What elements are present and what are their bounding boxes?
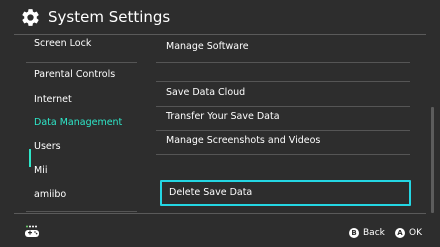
- page-title: System Settings: [48, 8, 171, 26]
- list-item-delete-save-data[interactable]: Delete Save Data: [160, 180, 411, 206]
- list-divider: [156, 62, 410, 63]
- sidebar-divider: [26, 62, 137, 63]
- header: System Settings: [0, 0, 440, 34]
- list-divider: [156, 106, 410, 107]
- list-divider: [156, 130, 410, 131]
- sidebar-divider: [26, 211, 137, 212]
- a-button-icon: A: [395, 228, 405, 238]
- sidebar-item-internet[interactable]: Internet: [34, 91, 72, 109]
- b-button-icon: B: [349, 228, 359, 238]
- scrollbar[interactable]: [431, 107, 434, 213]
- sidebar-item-parental-controls[interactable]: Parental Controls: [34, 66, 115, 84]
- gear-icon: [22, 9, 39, 26]
- footer-divider: [14, 213, 426, 214]
- list-item-transfer-save-data[interactable]: Transfer Your Save Data: [166, 108, 280, 126]
- list-item-save-data-cloud[interactable]: Save Data Cloud: [166, 84, 245, 102]
- back-button[interactable]: B Back: [349, 227, 385, 239]
- ok-label: OK: [409, 228, 422, 238]
- list-divider: [156, 81, 410, 82]
- list-item-manage-software[interactable]: Manage Software: [166, 38, 249, 56]
- sidebar: Screen Lock Parental Controls Internet D…: [0, 35, 140, 213]
- delete-save-data-label: Delete Save Data: [169, 187, 253, 198]
- sidebar-item-screen-lock[interactable]: Screen Lock: [34, 35, 91, 53]
- active-indicator: [29, 149, 31, 167]
- system-settings-screen: System Settings Screen Lock Parental Con…: [0, 0, 440, 247]
- sidebar-item-users[interactable]: Users: [34, 138, 61, 156]
- settings-list: Manage Software Save Data Cloud Transfer…: [140, 35, 440, 213]
- sidebar-item-mii[interactable]: Mii: [34, 162, 47, 180]
- back-label: Back: [363, 228, 385, 238]
- controller-icon: [25, 225, 39, 237]
- sidebar-item-data-management[interactable]: Data Management: [34, 114, 122, 132]
- ok-button[interactable]: A OK: [395, 227, 422, 239]
- list-divider: [156, 154, 410, 155]
- list-item-manage-screenshots[interactable]: Manage Screenshots and Videos: [166, 132, 320, 150]
- sidebar-item-amiibo[interactable]: amiibo: [34, 186, 66, 204]
